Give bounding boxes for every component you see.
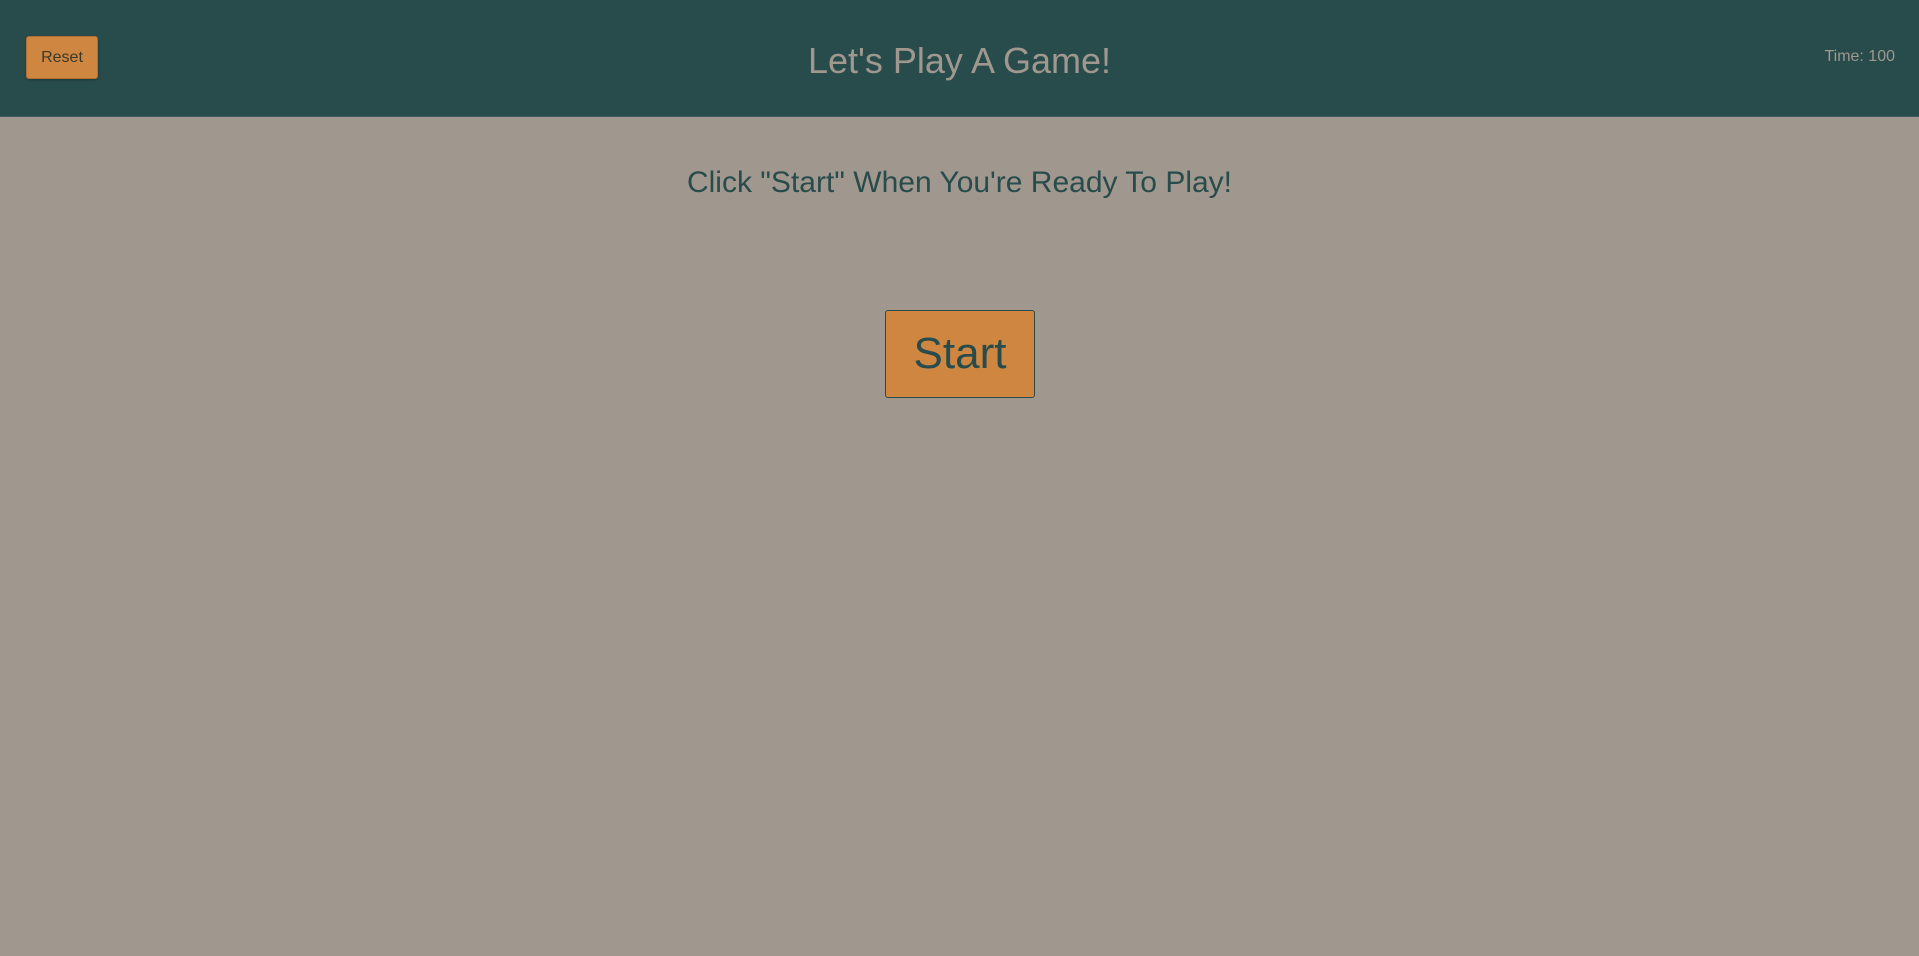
start-button[interactable]: Start [885,310,1035,398]
timer-display: Time: 100 [1824,48,1895,65]
instructions-text: Click "Start" When You're Ready To Play! [686,166,1233,199]
top-bar: Reset Let's Play A Game! Time: 100 [0,0,1919,117]
page-title: Let's Play A Game! [807,40,1112,81]
